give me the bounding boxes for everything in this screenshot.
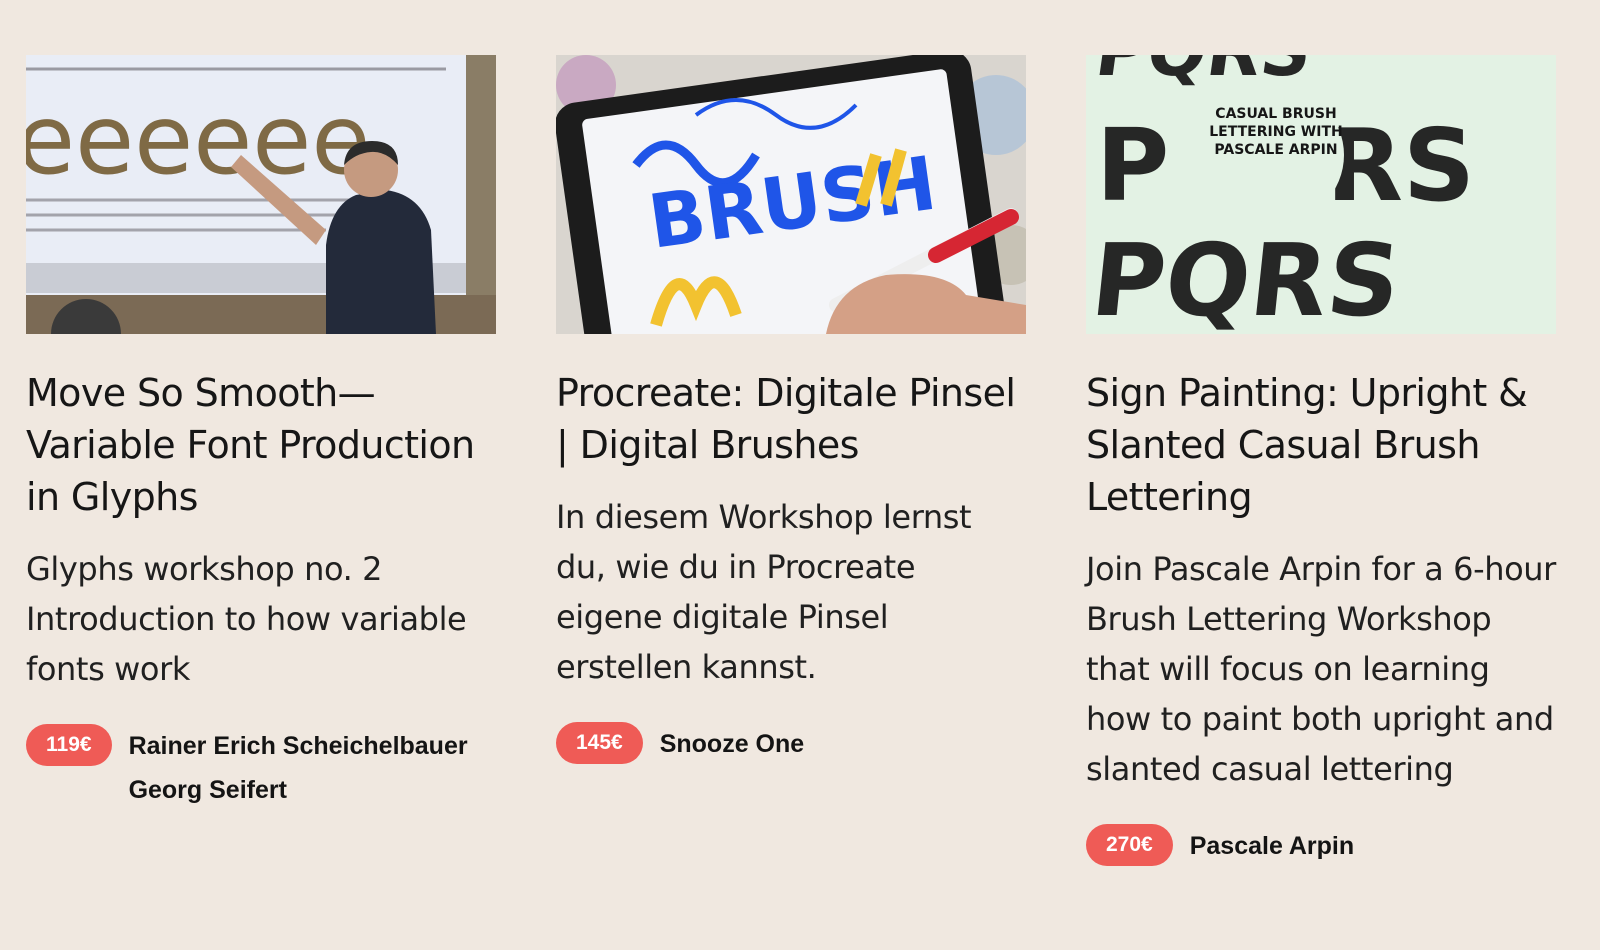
course-meta: 145€ Snooze One <box>556 722 1026 766</box>
course-card-sign-painting[interactable]: PQRS P RS PQRS CASUAL BRUSH LETTERING WI… <box>1086 55 1556 868</box>
price-badge[interactable]: 119€ <box>26 724 112 766</box>
course-thumbnail-sign-painting[interactable]: PQRS P RS PQRS CASUAL BRUSH LETTERING WI… <box>1086 55 1556 334</box>
image-logo-text: eeeeee <box>26 84 370 196</box>
course-description: In diesem Workshop lernst du, wie du in … <box>556 498 972 686</box>
image-logo-text: CASUAL BRUSH LETTERING WITH PASCALE ARPI… <box>1209 106 1343 158</box>
svg-text:P: P <box>1096 107 1169 224</box>
author-list: Rainer Erich Scheichelbauer Georg Seifer… <box>129 724 468 812</box>
course-thumbnail-procreate-brushes[interactable]: BRUSH <box>556 55 1026 334</box>
course-title[interactable]: Procreate: Digitale Pinsel | Digital Bru… <box>556 367 1026 471</box>
svg-text:RS: RS <box>1326 107 1475 224</box>
price-badge[interactable]: 270€ <box>1086 824 1173 866</box>
course-description: Join Pascale Arpin for a 6-hour Brush Le… <box>1086 550 1556 788</box>
price-badge[interactable]: 145€ <box>556 722 643 764</box>
author-link[interactable]: Snooze One <box>660 722 804 766</box>
brush-lettering-image: PQRS P RS PQRS CASUAL BRUSH LETTERING WI… <box>1086 55 1556 334</box>
course-card-procreate-brushes[interactable]: BRUSH Procreate: Digitale Pinsel | Digit… <box>556 55 1026 868</box>
svg-text:PQRS: PQRS <box>1091 55 1318 92</box>
course-card-variable-fonts[interactable]: eeeeee Move So Smooth—Variable Font Prod… <box>26 55 496 868</box>
course-title[interactable]: Move So Smooth—Variable Font Production … <box>26 367 496 523</box>
course-description: Glyphs workshop no. 2 Introduction to ho… <box>26 550 467 688</box>
author-link[interactable]: Pascale Arpin <box>1190 824 1354 868</box>
author-link[interactable]: Georg Seifert <box>129 768 468 812</box>
course-meta: 270€ Pascale Arpin <box>1086 824 1556 868</box>
course-grid: eeeeee Move So Smooth—Variable Font Prod… <box>26 55 1556 868</box>
course-thumbnail-variable-fonts[interactable]: eeeeee <box>26 55 496 334</box>
course-title[interactable]: Sign Painting: Upright & Slanted Casual … <box>1086 367 1556 523</box>
author-link[interactable]: Rainer Erich Scheichelbauer <box>129 724 468 768</box>
course-meta: 119€ Rainer Erich Scheichelbauer Georg S… <box>26 724 496 812</box>
author-list: Snooze One <box>660 722 804 766</box>
author-list: Pascale Arpin <box>1190 824 1354 868</box>
svg-text:PQRS: PQRS <box>1086 222 1406 334</box>
lecture-photo-image: eeeeee <box>26 55 496 334</box>
tablet-brush-image: BRUSH <box>556 55 1026 334</box>
